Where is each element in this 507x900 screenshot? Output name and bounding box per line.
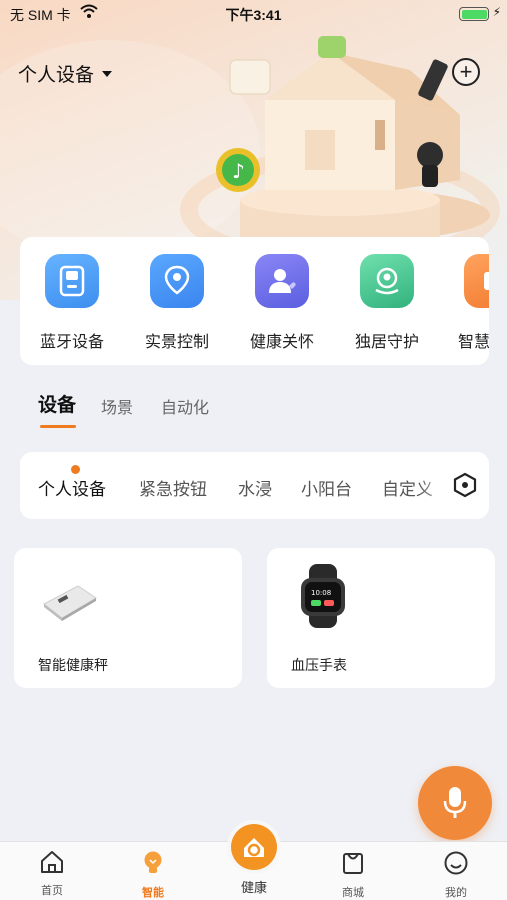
smiley-icon xyxy=(444,851,468,875)
shopping-bag-icon xyxy=(343,853,363,874)
quick-action-health-care[interactable]: 健康关怀 xyxy=(232,254,332,352)
quick-action-label: 实景控制 xyxy=(144,334,209,351)
device-card-scale[interactable]: 智能健康秤 xyxy=(14,548,242,688)
room-filter-bar: 个人设备 紧急按钮 水浸 小阳台 自定义 xyxy=(20,452,489,519)
tab-devices[interactable]: 设备 xyxy=(38,390,76,417)
room-small-balcony[interactable]: 小阳台 xyxy=(301,475,352,500)
clock: 下午3:41 xyxy=(225,7,282,23)
battery-icon xyxy=(459,7,489,21)
nav-label: 健康 xyxy=(240,880,267,895)
location-pin-icon xyxy=(150,254,204,308)
new-indicator-dot xyxy=(71,465,80,474)
bluetooth-device-icon xyxy=(45,254,99,308)
quick-action-label: 智慧 xyxy=(458,334,489,351)
svg-text:10:08: 10:08 xyxy=(311,589,331,597)
guardian-icon xyxy=(360,254,414,308)
device-name: 血压手表 xyxy=(291,657,347,673)
nav-label: 商城 xyxy=(342,887,364,899)
room-personal-devices[interactable]: 个人设备 xyxy=(38,475,106,500)
nav-health[interactable] xyxy=(227,820,281,874)
lightbulb-icon xyxy=(144,851,162,873)
smart-icon xyxy=(464,254,489,308)
health-logo-icon xyxy=(231,824,277,870)
device-card-watch[interactable]: 10:08 血压手表 xyxy=(267,548,495,688)
smartwatch-icon: 10:08 xyxy=(301,564,345,628)
room-water-leak[interactable]: 水浸 xyxy=(238,475,272,500)
quick-action-bluetooth[interactable]: 蓝牙设备 xyxy=(22,254,122,352)
device-selector-label: 个人设备 xyxy=(18,65,95,86)
svg-text:♪: ♪ xyxy=(232,159,245,183)
add-button[interactable]: + xyxy=(452,58,480,86)
plus-icon: + xyxy=(459,59,473,84)
scroll-fade xyxy=(420,452,448,519)
smart-scale-icon xyxy=(43,585,97,621)
quick-action-label: 蓝牙设备 xyxy=(39,334,104,351)
voice-assistant-button[interactable] xyxy=(418,766,492,840)
nav-label: 首页 xyxy=(41,885,63,897)
room-settings-icon[interactable] xyxy=(452,472,478,498)
quick-action-label: 健康关怀 xyxy=(249,334,314,351)
quick-actions-card: 蓝牙设备 实景控制 健康关怀 独居守护 智慧 xyxy=(20,237,489,365)
tab-scenes[interactable]: 场景 xyxy=(101,394,133,418)
nav-label: 智能 xyxy=(142,887,164,899)
nav-smart[interactable]: 智能 xyxy=(118,850,188,900)
nav-mine[interactable]: 我的 xyxy=(421,850,491,900)
quick-action-label: 独居守护 xyxy=(354,334,419,351)
device-name: 智能健康秤 xyxy=(38,657,108,673)
room-emergency-button[interactable]: 紧急按钮 xyxy=(139,475,207,500)
status-bar: 无 SIM 卡 下午3:41 ⚡ xyxy=(0,0,507,28)
quick-action-guardian[interactable]: 独居守护 xyxy=(337,254,437,352)
tab-automation[interactable]: 自动化 xyxy=(161,394,209,418)
active-tab-indicator xyxy=(40,425,76,428)
quick-action-scene-control[interactable]: 实景控制 xyxy=(127,254,227,352)
home-icon xyxy=(41,851,63,873)
nav-label: 我的 xyxy=(445,887,467,899)
nav-home[interactable]: 首页 xyxy=(17,850,87,898)
caret-down-icon xyxy=(102,70,113,77)
nav-mall[interactable]: 商城 xyxy=(318,850,388,900)
charging-icon: ⚡ xyxy=(492,5,501,19)
device-selector[interactable]: 个人设备 xyxy=(18,60,113,87)
quick-action-smart[interactable]: 智慧 xyxy=(442,254,489,352)
person-heart-icon xyxy=(255,254,309,308)
microphone-icon xyxy=(443,787,467,818)
